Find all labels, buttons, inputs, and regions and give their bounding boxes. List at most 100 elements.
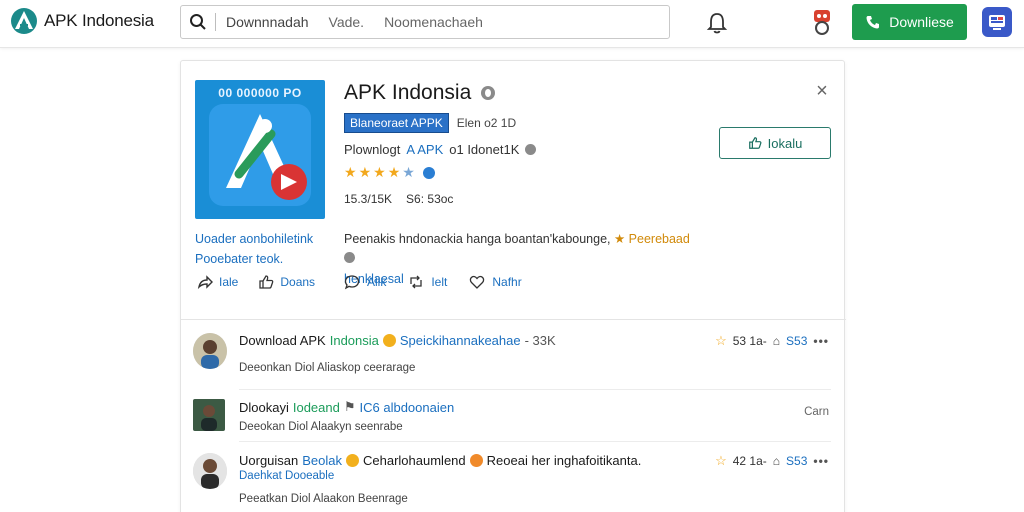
app-icon-tile[interactable]: 00 000000 PO	[195, 80, 325, 219]
comment-extra-2: Reoeai her inghafoitikanta.	[486, 453, 642, 468]
search-divider	[215, 13, 216, 31]
share-label: Iale	[219, 275, 239, 289]
search-bar[interactable]: Downnnadah Vade. Noomenachaeh	[180, 5, 670, 39]
star-icon: ★	[358, 164, 372, 180]
search-segment[interactable]: Downnnadah	[226, 14, 309, 30]
app-grid-icon[interactable]	[982, 7, 1012, 37]
comment-item: Download APK Indonsia Speickihannakeahae…	[193, 333, 833, 393]
comment-item: Uorguisan Beolak Ceharlohaumlend Reoeai …	[193, 453, 833, 512]
desc-highlight-text: Peerebaad	[628, 232, 690, 246]
logo-icon	[11, 8, 37, 34]
thumbs-up-icon	[748, 137, 762, 149]
share-icon	[197, 275, 213, 290]
download-prefix: Plownlogt	[344, 142, 401, 157]
repost-action[interactable]: Ielt	[408, 274, 447, 290]
more-icon[interactable]: •••	[813, 454, 829, 468]
more-icon[interactable]: •••	[813, 334, 829, 348]
tag-row: Blaneoraet APPK Elen o2 1D	[344, 113, 516, 133]
tile-caption: Uoader aonbohiletink Pooebater teok.	[195, 232, 314, 266]
heart-icon	[470, 275, 485, 289]
comment-header: Dlookayi Iodeand ⚑ IC6 albdoonaien	[239, 399, 454, 415]
badge-icon: ⚑	[343, 399, 356, 414]
comment-replies: S53	[786, 334, 808, 348]
info-icon	[344, 252, 355, 263]
comment-meta: ☆ 42 1a- ⌂ S53 •••	[715, 453, 829, 469]
favorite-action[interactable]: Nafhr	[469, 274, 522, 290]
comment-extra[interactable]: Speickihannakeahae	[400, 333, 521, 348]
star-icon[interactable]: ☆	[715, 333, 727, 349]
emoji-icon	[346, 454, 360, 467]
like-label: Doans	[280, 275, 316, 289]
row-divider	[239, 441, 831, 442]
comment-sub: Deeokan Diol Alaakyn seenrabe	[239, 421, 403, 433]
download-button[interactable]: Downliese	[852, 4, 967, 40]
comment-sub: Peeatkan Diol Alaakon Beenrage	[239, 493, 408, 505]
star-icon: ★	[344, 164, 357, 180]
row-divider	[239, 389, 831, 390]
top-bar: APK Indonesia Downnnadah Vade. Noomenach…	[0, 0, 1024, 48]
comment-author[interactable]: Download APK	[239, 333, 326, 348]
search-segment[interactable]: Noomenachaeh	[384, 14, 483, 30]
home-icon[interactable]: ⌂	[773, 334, 780, 348]
app-title: APK Indonsia	[344, 81, 496, 105]
retweet-icon	[410, 275, 422, 289]
avatar[interactable]	[193, 399, 225, 431]
app-card: × 00 000000 PO Uoader aonbohiletink Pooe…	[180, 60, 846, 512]
emoji-icon	[469, 454, 483, 467]
star-icon[interactable]: ☆	[715, 453, 727, 469]
desc-highlight: ★ Peerebaad	[613, 232, 690, 246]
tile-actions: Iale Doans	[197, 274, 315, 290]
app-actions: Alik Ielt Nafhr	[344, 274, 522, 290]
tag-aside: Elen o2 1D	[456, 116, 517, 130]
location-pin-icon	[422, 166, 435, 179]
like-action[interactable]: Doans	[258, 274, 315, 290]
comment-count: - 33K	[524, 333, 556, 348]
comment-author-line2[interactable]: Daehkat Dooeable	[239, 470, 334, 482]
comment-action[interactable]: Alik	[344, 274, 386, 290]
avatar[interactable]	[193, 333, 227, 369]
download-button-label: Downliese	[889, 14, 954, 30]
star-half-icon: ★	[402, 164, 415, 180]
desc-text: Peenakis hndonackia hanga boantan'kaboun…	[344, 232, 611, 246]
comment-extra[interactable]: IC6 albdoonaien	[360, 400, 455, 415]
comment-author-tag[interactable]: Iodeand	[293, 400, 340, 415]
favorite-label: Nafhr	[492, 275, 522, 289]
category-tag[interactable]: Blaneoraet APPK	[344, 113, 449, 133]
repost-label: Ielt	[431, 275, 448, 289]
verified-icon	[481, 86, 496, 100]
star-icon: ★	[387, 164, 401, 180]
comment-header: Download APK Indonsia Speickihannakeahae…	[239, 333, 556, 348]
emoji-icon	[382, 334, 396, 347]
download-suffix: o1 Idonet1K	[449, 142, 520, 157]
mascot-icon[interactable]	[810, 8, 834, 36]
section-divider	[181, 319, 846, 320]
comment-score: 53 1a-	[732, 334, 767, 348]
comment-replies: S53	[786, 454, 808, 468]
app-stats: 15.3/15K S6: 53oc	[344, 192, 453, 206]
brand-name: APK Indonesia	[44, 11, 154, 30]
search-segment[interactable]: Vade.	[329, 14, 365, 30]
comment-author-tag[interactable]: Beolak	[302, 453, 342, 468]
search-icon[interactable]	[181, 6, 215, 38]
bell-icon[interactable]	[704, 10, 730, 36]
comment-label: Alik	[367, 275, 387, 289]
app-title-text: APK Indonsia	[344, 81, 472, 104]
avatar[interactable]	[193, 453, 227, 489]
star-icon: ★	[373, 164, 386, 180]
comment-header: Uorguisan Beolak Ceharlohaumlend Reoeai …	[239, 453, 641, 468]
comment-sub: Deeonkan Diol Aliaskop ceerarage	[239, 362, 416, 374]
brand[interactable]: APK Indonesia	[10, 6, 154, 36]
install-button[interactable]: Iokalu	[719, 127, 831, 159]
comment-author-tag[interactable]: Indonsia	[330, 333, 379, 348]
stat-downloads: 15.3/15K	[344, 192, 393, 206]
close-icon[interactable]: ×	[814, 81, 830, 101]
comment-author[interactable]: Uorguisan	[239, 453, 298, 468]
share-action[interactable]: Iale	[197, 274, 238, 290]
comment-meta: Carn	[804, 406, 829, 418]
home-icon[interactable]: ⌂	[773, 454, 780, 468]
comment-time: Carn	[804, 406, 829, 418]
download-info: Plownlogt A APK o1 Idonet1K	[344, 142, 537, 157]
download-highlight[interactable]: A APK	[406, 142, 443, 157]
comment-extra[interactable]: Ceharlohaumlend	[363, 453, 466, 468]
comment-author[interactable]: Dlookayi	[239, 400, 289, 415]
